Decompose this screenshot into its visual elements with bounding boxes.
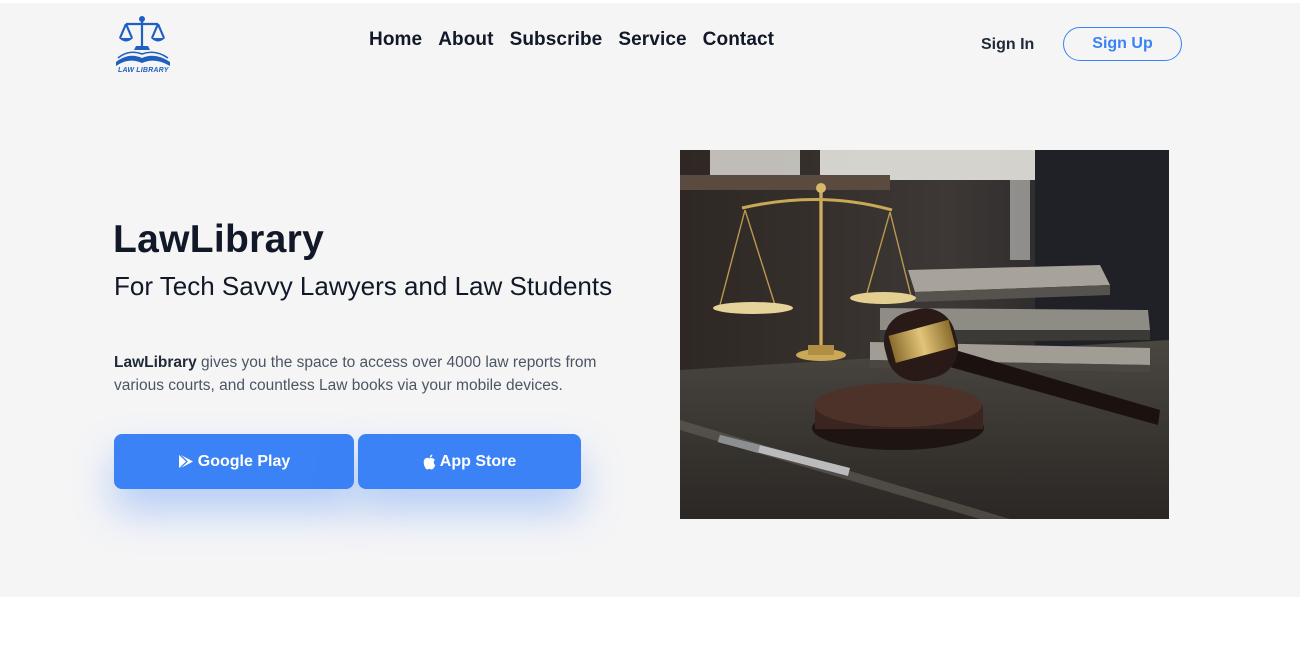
nav-home[interactable]: Home: [369, 29, 422, 51]
google-play-button[interactable]: Google Play: [114, 434, 354, 489]
scales-logo-icon: [116, 16, 170, 66]
logo-text: LAW LIBRARY: [118, 67, 169, 74]
google-play-label: Google Play: [197, 452, 291, 470]
description-brand: LawLibrary: [114, 354, 197, 371]
hero-image: [680, 150, 1169, 519]
nav-service[interactable]: Service: [618, 29, 686, 51]
nav-about[interactable]: About: [438, 29, 493, 51]
nav-contact[interactable]: Contact: [703, 29, 774, 51]
hero-title: LawLibrary: [113, 218, 325, 261]
nav-subscribe[interactable]: Subscribe: [510, 29, 603, 51]
google-play-icon: [178, 453, 194, 470]
app-store-label: App Store: [439, 452, 517, 470]
hero-subtitle: For Tech Savvy Lawyers and Law Students: [114, 271, 613, 301]
main-nav: Home About Subscribe Service Contact: [369, 29, 774, 51]
hero-description: LawLibrary gives you the space to access…: [114, 351, 634, 397]
app-store-button[interactable]: App Store: [358, 434, 581, 489]
sign-in-link[interactable]: Sign In: [981, 36, 1034, 54]
apple-icon: [423, 454, 436, 470]
sign-up-button[interactable]: Sign Up: [1063, 27, 1182, 61]
